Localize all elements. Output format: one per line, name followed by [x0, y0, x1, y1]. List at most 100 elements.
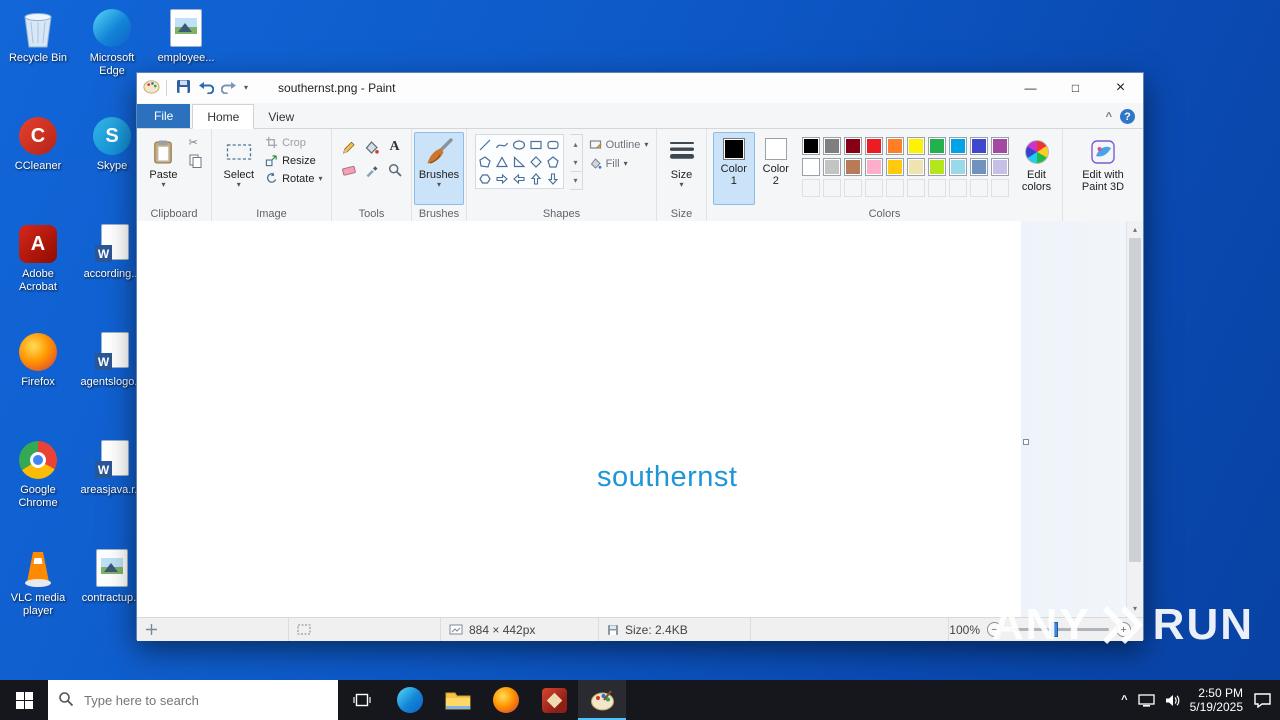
shape-fill-button[interactable]: Fill ▾	[589, 157, 649, 170]
palette-color[interactable]	[990, 158, 1009, 176]
desktop-icon-vlc[interactable]: VLC media player	[2, 546, 74, 618]
shapes-scroll-down[interactable]: ▾	[570, 153, 582, 171]
palette-color[interactable]	[801, 137, 820, 155]
desktop-icon-employee[interactable]: employee...	[150, 6, 222, 65]
scroll-up-arrow[interactable]: ▴	[1127, 221, 1143, 238]
desktop-icon-recycle-bin[interactable]: Recycle Bin	[2, 6, 74, 65]
palette-color[interactable]	[822, 158, 841, 176]
palette-color[interactable]	[843, 158, 862, 176]
palette-color[interactable]	[906, 158, 925, 176]
desktop-icon-firefox[interactable]: Firefox	[2, 330, 74, 389]
cut-button[interactable]: ✂	[187, 135, 204, 150]
shape-right-arrow[interactable]	[494, 170, 511, 187]
start-button[interactable]	[0, 680, 48, 720]
palette-color[interactable]	[885, 158, 904, 176]
shape-down-arrow[interactable]	[545, 170, 562, 187]
close-button[interactable]: ×	[1098, 73, 1143, 102]
tab-view[interactable]: View	[254, 105, 308, 128]
palette-empty-slot[interactable]	[864, 179, 883, 197]
canvas-resize-handle-right[interactable]	[1023, 439, 1029, 445]
taskbar-edge-button[interactable]	[386, 680, 434, 720]
shape-rounded-rectangle[interactable]	[545, 136, 562, 153]
copy-button[interactable]	[187, 153, 204, 169]
shape-hexagon[interactable]	[477, 170, 494, 187]
edit-with-paint3d-button[interactable]: Edit with Paint 3D	[1077, 132, 1129, 205]
tab-home[interactable]: Home	[192, 104, 255, 129]
magnifier-tool-button[interactable]	[384, 159, 406, 181]
palette-empty-slot[interactable]	[885, 179, 904, 197]
taskbar-paint-button[interactable]	[578, 680, 626, 720]
shape-oval[interactable]	[511, 136, 528, 153]
desktop-icon-ccleaner[interactable]: C CCleaner	[2, 114, 74, 173]
palette-color[interactable]	[843, 137, 862, 155]
shape-diamond[interactable]	[528, 153, 545, 170]
shapes-gallery-more[interactable]: ▾	[569, 171, 582, 189]
palette-color[interactable]	[906, 137, 925, 155]
color1-button[interactable]: Color 1	[712, 132, 755, 205]
palette-empty-slot[interactable]	[822, 179, 841, 197]
task-view-button[interactable]	[338, 680, 386, 720]
color2-button[interactable]: Color 2	[755, 132, 797, 205]
size-button[interactable]: Size ▾	[663, 132, 701, 205]
palette-empty-slot[interactable]	[969, 179, 988, 197]
taskbar-file-explorer-button[interactable]	[434, 680, 482, 720]
minimize-ribbon-chevron-icon[interactable]: ^	[1106, 111, 1112, 123]
action-center-icon[interactable]	[1253, 692, 1272, 708]
shape-polygon[interactable]	[477, 153, 494, 170]
palette-empty-slot[interactable]	[948, 179, 967, 197]
eraser-tool-button[interactable]	[338, 159, 360, 181]
shape-left-arrow[interactable]	[511, 170, 528, 187]
fill-tool-button[interactable]	[361, 136, 383, 158]
taskbar-search[interactable]	[48, 680, 338, 720]
tab-file[interactable]: File	[137, 104, 191, 128]
title-bar[interactable]: ▾ southernst.png - Paint — □ ×	[137, 73, 1143, 103]
help-icon[interactable]: ?	[1120, 109, 1135, 124]
redo-button[interactable]	[220, 80, 237, 97]
palette-empty-slot[interactable]	[801, 179, 820, 197]
desktop-icon-microsoft-edge[interactable]: Microsoft Edge	[76, 6, 148, 78]
rotate-button[interactable]: Rotate ▾	[263, 171, 324, 186]
palette-empty-slot[interactable]	[843, 179, 862, 197]
shape-triangle[interactable]	[494, 153, 511, 170]
palette-color[interactable]	[801, 158, 820, 176]
palette-color[interactable]	[864, 137, 883, 155]
taskbar-app-button[interactable]	[530, 680, 578, 720]
brushes-button[interactable]: Brushes ▾	[413, 132, 465, 205]
shape-rectangle[interactable]	[528, 136, 545, 153]
zoom-in-button[interactable]: +	[1116, 622, 1131, 637]
zoom-slider[interactable]	[1009, 622, 1109, 637]
desktop-icon-adobe-acrobat[interactable]: A Adobe Acrobat	[2, 222, 74, 294]
scrollbar-thumb[interactable]	[1129, 238, 1141, 562]
paste-button[interactable]: Paste ▾	[144, 132, 182, 205]
shape-right-triangle[interactable]	[511, 153, 528, 170]
palette-color[interactable]	[948, 158, 967, 176]
shape-curve[interactable]	[494, 136, 511, 153]
text-tool-button[interactable]: A	[384, 136, 406, 158]
palette-empty-slot[interactable]	[906, 179, 925, 197]
palette-empty-slot[interactable]	[990, 179, 1009, 197]
palette-color[interactable]	[990, 137, 1009, 155]
taskbar-firefox-button[interactable]	[482, 680, 530, 720]
shape-line[interactable]	[477, 136, 494, 153]
paint-canvas[interactable]: southernst	[137, 221, 1021, 617]
edit-colors-button[interactable]: Edit colors	[1017, 132, 1056, 205]
tray-chevron-up-icon[interactable]: ^	[1121, 694, 1127, 706]
shape-pentagon[interactable]	[545, 153, 562, 170]
volume-icon[interactable]	[1165, 694, 1180, 707]
resize-button[interactable]: Resize	[263, 153, 324, 168]
shapes-scroll-up[interactable]: ▴	[570, 135, 582, 153]
desktop-icon-google-chrome[interactable]: Google Chrome	[2, 438, 74, 510]
select-button[interactable]: Select ▾	[218, 132, 259, 205]
palette-color[interactable]	[969, 137, 988, 155]
pencil-tool-button[interactable]	[338, 136, 360, 158]
zoom-out-button[interactable]: −	[987, 622, 1002, 637]
network-icon[interactable]	[1137, 693, 1155, 707]
palette-color[interactable]	[969, 158, 988, 176]
palette-color[interactable]	[927, 137, 946, 155]
shape-outline-button[interactable]: Outline ▾	[589, 138, 648, 151]
palette-color[interactable]	[948, 137, 967, 155]
maximize-button[interactable]: □	[1053, 73, 1098, 102]
taskbar-clock[interactable]: 2:50 PM 5/19/2025	[1190, 686, 1243, 714]
undo-button[interactable]	[198, 80, 215, 97]
palette-color[interactable]	[885, 137, 904, 155]
